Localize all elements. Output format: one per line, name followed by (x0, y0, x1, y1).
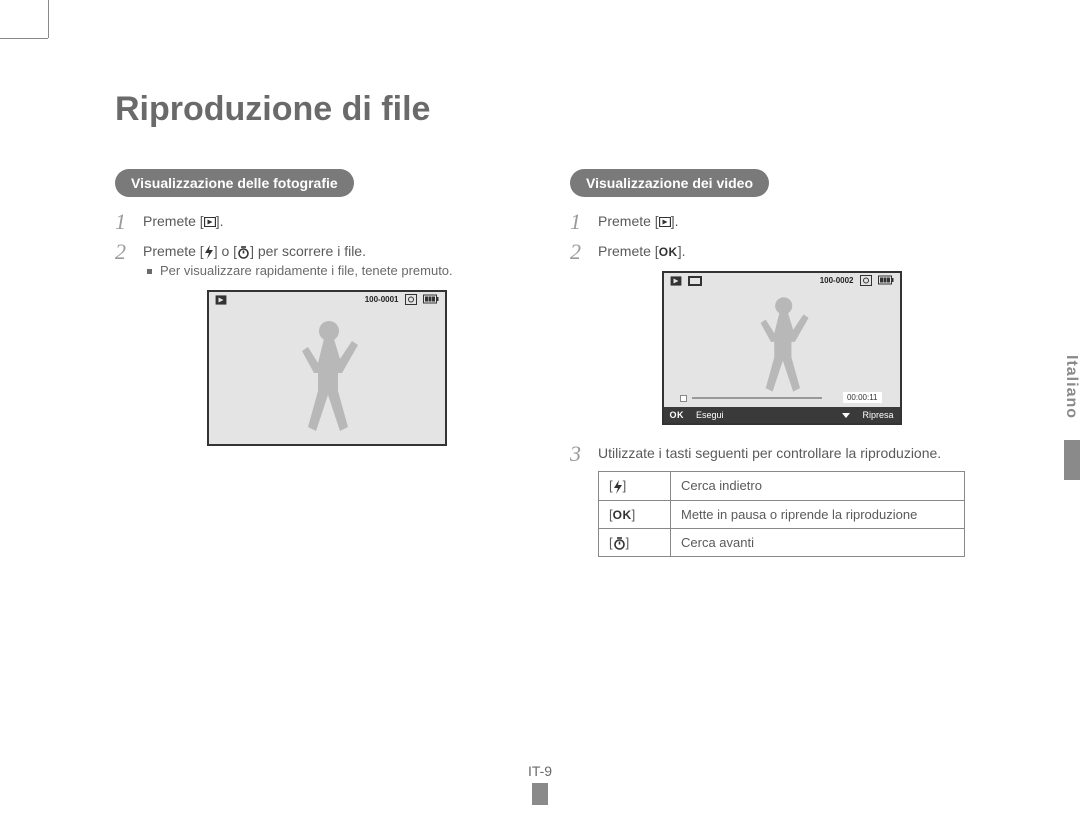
flash-icon (613, 480, 623, 494)
heading-photos: Visualizzazione delle fotografie (115, 169, 354, 197)
column-videos: Visualizzazione dei video 1 Premete []. … (570, 169, 965, 565)
photo-step-2-note: Per visualizzare rapidamente i file, ten… (147, 263, 510, 278)
video-step-2: 2 Premete [OK]. 100-0002 (570, 241, 965, 425)
language-tab: Italiano (1062, 355, 1080, 419)
child-silhouette (751, 293, 813, 401)
child-silhouette (292, 316, 362, 442)
video-step-1: 1 Premete []. (570, 211, 965, 233)
memory-icon (405, 294, 417, 305)
progress-bar (692, 397, 822, 399)
controls-table: [] Cerca indietro [OK] Mette in pausa o … (598, 471, 965, 557)
movie-icon (688, 276, 702, 286)
battery-icon (878, 275, 894, 285)
flash-icon (204, 245, 214, 259)
timer-icon (237, 246, 250, 259)
stop-icon (680, 395, 687, 402)
photo-step-1: 1 Premete []. (115, 211, 510, 233)
playback-icon (670, 276, 682, 286)
ok-label: OK (670, 410, 685, 420)
language-tab-bar (1064, 440, 1080, 480)
video-step-3: 3 Utilizzate i tasti seguenti per contro… (570, 443, 965, 557)
photo-file-number: 100-0001 (365, 295, 399, 304)
footer-left-label: Esegui (696, 410, 724, 420)
photo-step-2: 2 Premete [] o [] per scorrere i file. P… (115, 241, 510, 446)
heading-videos: Visualizzazione dei video (570, 169, 769, 197)
page-number-bar (532, 783, 548, 805)
table-row: [OK] Mette in pausa o riprende la riprod… (599, 500, 965, 528)
battery-icon (423, 294, 439, 304)
photo-screen: 100-0001 (207, 290, 447, 446)
table-row: [] Cerca avanti (599, 528, 965, 556)
ok-label: OK (613, 508, 632, 522)
memory-icon (860, 275, 872, 286)
video-file-number: 100-0002 (820, 276, 854, 285)
page-content: Riproduzione di file Visualizzazione del… (115, 90, 965, 805)
column-photos: Visualizzazione delle fotografie 1 Preme… (115, 169, 510, 565)
down-arrow-icon (842, 411, 850, 419)
playback-icon (204, 217, 216, 227)
timer-icon (613, 537, 626, 550)
video-screen-footer: OK Esegui Ripresa (664, 407, 900, 423)
ok-label: OK (659, 245, 678, 259)
footer-right-label: Ripresa (862, 410, 893, 420)
page-number: IT-9 (115, 763, 965, 779)
video-screen: 100-0002 (662, 271, 902, 425)
table-row: [] Cerca indietro (599, 472, 965, 501)
page-title: Riproduzione di file (115, 90, 965, 129)
playback-icon (659, 217, 671, 227)
playback-icon (215, 295, 227, 305)
video-time: 00:00:11 (843, 392, 882, 403)
